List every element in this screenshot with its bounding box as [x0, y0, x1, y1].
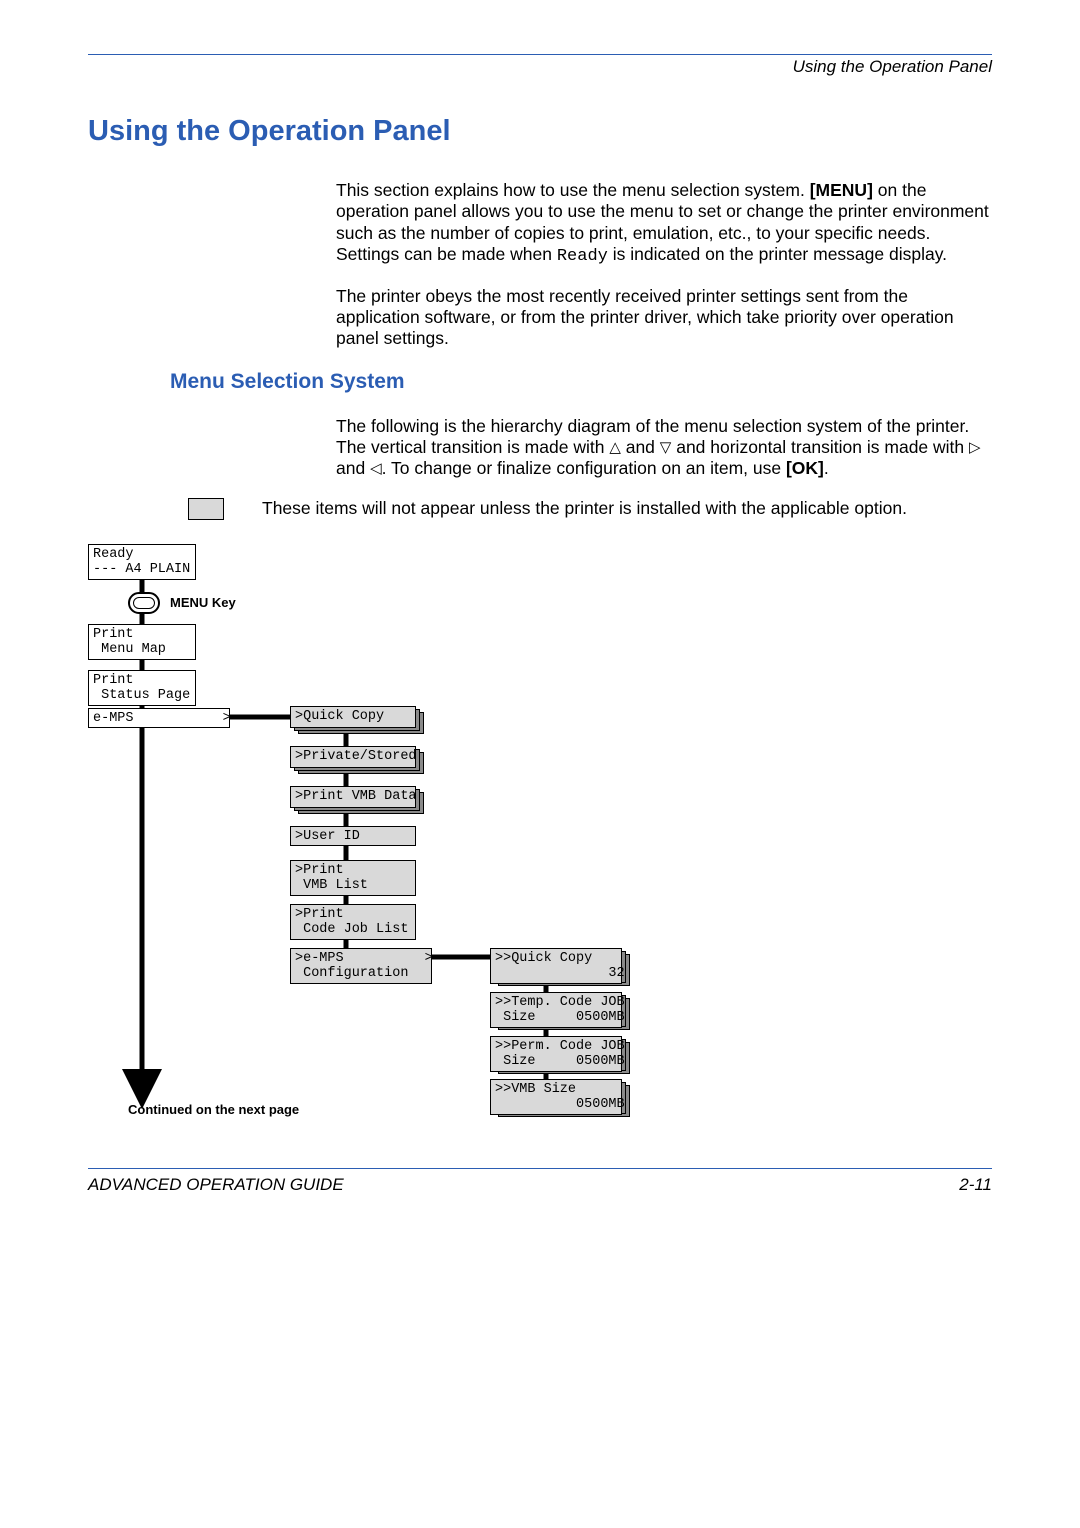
footer-guide-name: ADVANCED OPERATION GUIDE — [88, 1175, 344, 1195]
triangle-up-icon: △ — [609, 439, 621, 456]
lcd-vmb-size: >>VMB Size 0500MB — [490, 1079, 622, 1115]
lcd-print-status-page: Print Status Page — [88, 670, 196, 706]
lcd-emps-config: >e-MPS > Configuration — [290, 948, 432, 984]
note-row: These items will not appear unless the p… — [188, 498, 992, 520]
header-rule — [88, 54, 992, 55]
triangle-left-icon: ◁ — [370, 460, 382, 477]
continued-label: Continued on the next page — [128, 1102, 299, 1117]
lcd-print-vmb-list: >Print VMB List — [290, 860, 416, 896]
lcd-print-menu-map: Print Menu Map — [88, 624, 196, 660]
menu-key-label: MENU Key — [170, 595, 236, 610]
footer-page-number: 2-11 — [959, 1175, 992, 1195]
page-footer: ADVANCED OPERATION GUIDE 2-11 — [88, 1168, 992, 1195]
lcd-user-id: >User ID — [290, 826, 416, 846]
menu-key-icon — [128, 592, 160, 614]
lcd-quick-copy: >Quick Copy — [290, 706, 416, 728]
lcd-quick-copy-32: >>Quick Copy 32 — [490, 948, 622, 984]
hierarchy-paragraph: The following is the hierarchy diagram o… — [336, 416, 992, 480]
lcd-perm-code-job: >>Perm. Code JOB Size 0500MB — [490, 1036, 622, 1072]
lcd-print-code-job-list: >Print Code Job List — [290, 904, 416, 940]
triangle-right-icon: ▷ — [969, 439, 981, 456]
lcd-print-vmb-data: >Print VMB Data — [290, 786, 416, 808]
running-header: Using the Operation Panel — [88, 57, 992, 77]
note-swatch-icon — [188, 498, 224, 520]
lcd-emps: e-MPS > — [88, 708, 230, 728]
note-text: These items will not appear unless the p… — [262, 498, 907, 519]
intro-paragraph-1: This section explains how to use the men… — [336, 180, 992, 268]
lcd-ready: Ready --- A4 PLAIN — [88, 544, 196, 580]
menu-hierarchy-diagram: Ready --- A4 PLAIN MENU Key Print Menu M… — [88, 544, 992, 1114]
page-title: Using the Operation Panel — [88, 115, 992, 148]
triangle-down-icon: ▽ — [660, 439, 672, 456]
intro-paragraph-2: The printer obeys the most recently rece… — [336, 286, 992, 350]
lcd-temp-code-job: >>Temp. Code JOB Size 0500MB — [490, 992, 622, 1028]
section-heading: Menu Selection System — [170, 370, 992, 394]
lcd-private-stored: >Private/Stored — [290, 746, 416, 768]
